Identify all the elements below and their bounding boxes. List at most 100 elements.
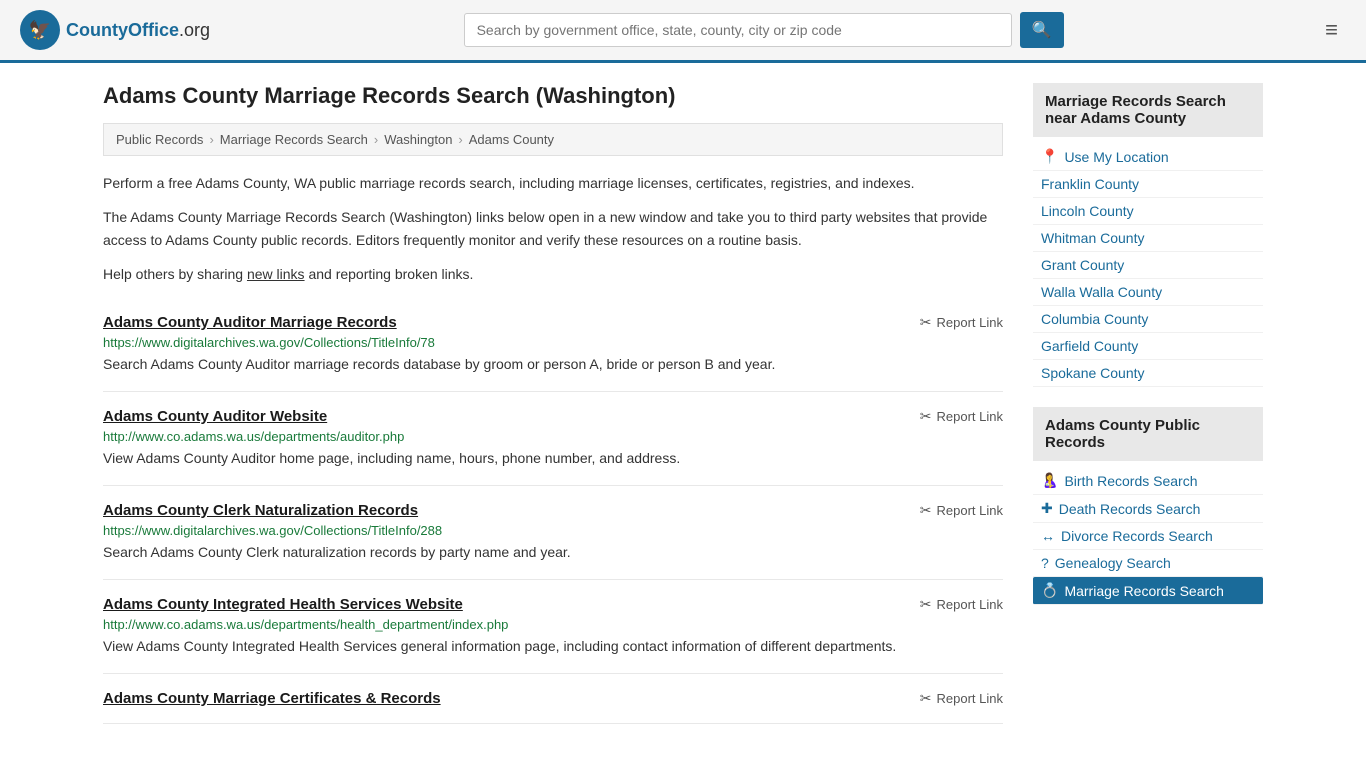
report-link-1[interactable]: ✂ Report Link [920,408,1003,425]
sidebar-records-list: 🤱 Birth Records Search ✚ Death Records Se… [1033,467,1263,605]
results-list: Adams County Auditor Marriage Records ✂ … [103,298,1003,724]
sidebar-record-item[interactable]: 💍Marriage Records Search [1033,577,1263,605]
result-url-2: https://www.digitalarchives.wa.gov/Colle… [103,523,1003,538]
sidebar-record-item[interactable]: 🤱 Birth Records Search [1033,467,1263,495]
sidebar-nearby-header: Marriage Records Search near Adams Count… [1033,83,1263,137]
result-title-1[interactable]: Adams County Auditor Website [103,408,327,425]
use-location-link[interactable]: 📍 Use My Location [1041,148,1255,165]
breadcrumb: Public Records › Marriage Records Search… [103,123,1003,156]
sidebar-record-item[interactable]: ✚ Death Records Search [1033,495,1263,523]
logo-icon: 🦅 [20,10,60,50]
sidebar-county-item[interactable]: Columbia County [1033,306,1263,333]
result-item: Adams County Clerk Naturalization Record… [103,486,1003,580]
county-link-4[interactable]: Walla Walla County [1041,284,1255,300]
record-link-3[interactable]: ? Genealogy Search [1041,555,1255,571]
county-link-0[interactable]: Franklin County [1041,176,1255,192]
search-icon: 🔍 [1032,22,1052,39]
county-link-2[interactable]: Whitman County [1041,230,1255,246]
record-icon-1: ✚ [1041,500,1053,517]
sidebar-county-item[interactable]: Grant County [1033,252,1263,279]
menu-button[interactable]: ≡ [1317,13,1346,47]
sidebar: Marriage Records Search near Adams Count… [1033,83,1263,724]
sidebar-nearby-section: Marriage Records Search near Adams Count… [1033,83,1263,387]
record-link-2[interactable]: ↔ Divorce Records Search [1041,528,1255,544]
record-icon-4: 💍 [1041,582,1058,599]
breadcrumb-adams-county[interactable]: Adams County [469,132,554,147]
sidebar-county-item[interactable]: Garfield County [1033,333,1263,360]
result-desc-0: Search Adams County Auditor marriage rec… [103,354,1003,375]
search-area: 🔍 [464,12,1064,48]
hamburger-icon: ≡ [1325,17,1338,42]
county-link-1[interactable]: Lincoln County [1041,203,1255,219]
record-link-4[interactable]: 💍Marriage Records Search [1041,582,1255,599]
report-icon-4: ✂ [920,690,932,707]
result-url-1: http://www.co.adams.wa.us/departments/au… [103,429,1003,444]
county-link-3[interactable]: Grant County [1041,257,1255,273]
logo-brand: CountyOffice [66,20,179,40]
new-links-link[interactable]: new links [247,266,305,282]
description-3: Help others by sharing new links and rep… [103,263,1003,285]
sidebar-record-item[interactable]: ↔ Divorce Records Search [1033,523,1263,550]
breadcrumb-public-records[interactable]: Public Records [116,132,203,147]
breadcrumb-sep-3: › [458,132,462,147]
description-3-after: and reporting broken links. [305,266,474,282]
result-title-2[interactable]: Adams County Clerk Naturalization Record… [103,502,418,519]
sidebar-public-records-section: Adams County Public Records 🤱 Birth Reco… [1033,407,1263,605]
sidebar-record-item[interactable]: ? Genealogy Search [1033,550,1263,577]
result-url-3: http://www.co.adams.wa.us/departments/he… [103,617,1003,632]
record-link-0[interactable]: 🤱 Birth Records Search [1041,472,1255,489]
description-2: The Adams County Marriage Records Search… [103,206,1003,251]
sidebar-use-location[interactable]: 📍 Use My Location [1033,143,1263,171]
content-area: Adams County Marriage Records Search (Wa… [103,83,1003,724]
result-desc-3: View Adams County Integrated Health Serv… [103,636,1003,657]
report-link-0[interactable]: ✂ Report Link [920,314,1003,331]
report-link-2[interactable]: ✂ Report Link [920,502,1003,519]
report-icon-2: ✂ [920,502,932,519]
result-url-0: https://www.digitalarchives.wa.gov/Colle… [103,335,1003,350]
record-icon-3: ? [1041,555,1049,571]
report-link-3[interactable]: ✂ Report Link [920,596,1003,613]
sidebar-public-records-header: Adams County Public Records [1033,407,1263,461]
record-icon-2: ↔ [1041,528,1055,544]
report-icon-3: ✂ [920,596,932,613]
report-icon-1: ✂ [920,408,932,425]
result-item: Adams County Auditor Marriage Records ✂ … [103,298,1003,392]
county-link-6[interactable]: Garfield County [1041,338,1255,354]
sidebar-county-item[interactable]: Whitman County [1033,225,1263,252]
logo-suffix: .org [179,20,210,40]
site-header: 🦅 CountyOffice.org 🔍 ≡ [0,0,1366,63]
description-1: Perform a free Adams County, WA public m… [103,172,1003,194]
breadcrumb-sep-2: › [374,132,378,147]
breadcrumb-sep-1: › [209,132,213,147]
main-container: Adams County Marriage Records Search (Wa… [83,63,1283,744]
location-icon: 📍 [1041,148,1058,165]
sidebar-county-item[interactable]: Franklin County [1033,171,1263,198]
result-item: Adams County Auditor Website ✂ Report Li… [103,392,1003,486]
search-button[interactable]: 🔍 [1020,12,1064,48]
county-link-5[interactable]: Columbia County [1041,311,1255,327]
breadcrumb-marriage-records[interactable]: Marriage Records Search [220,132,368,147]
page-title: Adams County Marriage Records Search (Wa… [103,83,1003,109]
result-title-0[interactable]: Adams County Auditor Marriage Records [103,314,397,331]
sidebar-county-item[interactable]: Lincoln County [1033,198,1263,225]
result-title-4[interactable]: Adams County Marriage Certificates & Rec… [103,690,441,707]
search-input[interactable] [464,13,1012,47]
logo-area: 🦅 CountyOffice.org [20,10,210,50]
record-icon-0: 🤱 [1041,472,1058,489]
report-link-4[interactable]: ✂ Report Link [920,690,1003,707]
sidebar-county-item[interactable]: Spokane County [1033,360,1263,387]
result-item: Adams County Integrated Health Services … [103,580,1003,674]
result-title-3[interactable]: Adams County Integrated Health Services … [103,596,463,613]
breadcrumb-washington[interactable]: Washington [384,132,452,147]
report-icon-0: ✂ [920,314,932,331]
record-link-1[interactable]: ✚ Death Records Search [1041,500,1255,517]
logo-text: CountyOffice.org [66,20,210,41]
result-item: Adams County Marriage Certificates & Rec… [103,674,1003,724]
sidebar-county-item[interactable]: Walla Walla County [1033,279,1263,306]
description-3-before: Help others by sharing [103,266,247,282]
sidebar-county-list: Franklin County Lincoln County Whitman Cou… [1033,171,1263,387]
result-desc-1: View Adams County Auditor home page, inc… [103,448,1003,469]
sidebar-nearby-list: 📍 Use My Location [1033,143,1263,171]
county-link-7[interactable]: Spokane County [1041,365,1255,381]
result-desc-2: Search Adams County Clerk naturalization… [103,542,1003,563]
